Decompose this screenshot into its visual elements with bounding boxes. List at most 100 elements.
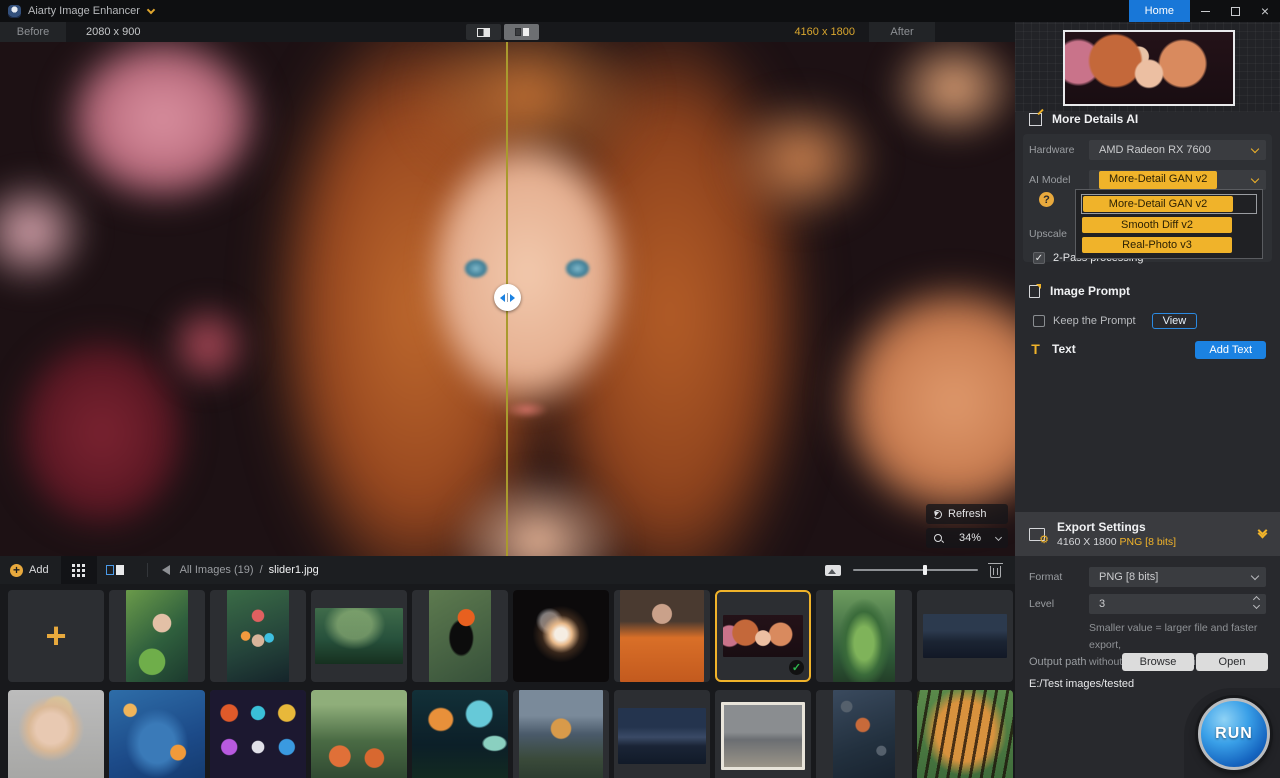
photo-lips (501, 399, 552, 420)
before-tab[interactable]: Before (0, 22, 66, 42)
export-summary: 4160 X 1800 PNG [8 bits] (1057, 536, 1176, 548)
add-image-tile[interactable]: + (8, 590, 104, 682)
thumbnail-vintage-photo[interactable] (715, 690, 811, 778)
add-text-button[interactable]: Add Text (1195, 341, 1266, 359)
thumbnail-crystal-flower[interactable] (513, 590, 609, 682)
thumbnail-anime-girl[interactable] (109, 590, 205, 682)
before-size: 2080 x 900 (86, 26, 140, 38)
export-gear-icon (1029, 528, 1045, 541)
model-option-more-detail-gan[interactable]: More-Detail GAN v2 (1081, 194, 1257, 214)
filmstrip-view-button[interactable] (97, 556, 133, 584)
thumbnail-monk[interactable] (614, 590, 710, 682)
thumbnail-image (412, 690, 508, 778)
thumbnail-image (833, 590, 894, 682)
upscale-label: Upscale (1029, 228, 1075, 240)
thumbnail-image (721, 702, 805, 770)
home-button[interactable]: Home (1129, 0, 1190, 22)
app-menu-chevron-icon[interactable] (147, 5, 155, 13)
hardware-select[interactable]: AMD Radeon RX 7600 (1089, 140, 1266, 160)
help-icon[interactable]: ? (1039, 192, 1054, 207)
grid-view-icon (72, 564, 75, 567)
thumbnail-mountains[interactable] (917, 590, 1013, 682)
keep-prompt-checkbox[interactable] (1033, 315, 1045, 327)
model-option-real-photo[interactable]: Real-Photo v3 (1081, 236, 1257, 254)
slider-right-arrow-icon (510, 294, 515, 302)
format-label: Format (1029, 571, 1075, 583)
thumbnail-blonde[interactable] (8, 690, 104, 778)
plus-icon: + (45, 618, 66, 654)
thumbnail-image (429, 590, 490, 682)
thumbnail-toucan[interactable] (412, 590, 508, 682)
app-logo-icon (8, 5, 21, 18)
thumbnail-jungle[interactable] (311, 590, 407, 682)
split-view-button[interactable] (466, 24, 501, 40)
thumbnail-wagon[interactable] (513, 690, 609, 778)
run-button[interactable]: RUN (1198, 698, 1270, 770)
output-path-row: Output path Browse Open (1029, 652, 1268, 672)
refresh-icon (933, 510, 942, 519)
export-settings-header[interactable]: Export Settings 4160 X 1800 PNG [8 bits] (1015, 512, 1280, 556)
thumbnail-size-slider[interactable] (853, 569, 978, 571)
navigator-thumbnail[interactable] (1063, 30, 1235, 106)
thumbnail-image (923, 614, 1007, 658)
thumbnail-image (315, 608, 403, 663)
thumbnail-portrait-selected[interactable]: ✓ (715, 590, 811, 682)
stepper-down-icon[interactable] (1253, 602, 1260, 609)
after-tab[interactable]: After (869, 22, 935, 42)
photo-red-rose (152, 289, 264, 402)
side-by-side-view-button[interactable] (504, 24, 539, 40)
thumbnail-tiger[interactable] (917, 690, 1013, 778)
ai-model-dropdown: More-Detail GAN v2 Smooth Diff v2 Real-P… (1075, 189, 1263, 259)
run-button-area: RUN (1184, 688, 1280, 778)
image-preview[interactable]: Refresh 34% (0, 42, 1015, 556)
browse-button[interactable]: Browse (1122, 653, 1194, 671)
text-tool-icon: T (1029, 342, 1042, 356)
format-select[interactable]: PNG [8 bits] (1089, 567, 1266, 587)
close-button[interactable]: × (1250, 0, 1280, 22)
chevron-down-icon (1251, 572, 1259, 580)
add-button[interactable]: + Add (0, 556, 61, 584)
open-button[interactable]: Open (1196, 653, 1268, 671)
settings-panel: More Details AI Hardware AMD Radeon RX 7… (1015, 22, 1280, 778)
back-arrow-icon[interactable] (162, 565, 170, 575)
thumbnail-image (227, 590, 288, 682)
text-section-title: Text (1052, 342, 1076, 356)
minimize-button[interactable] (1190, 0, 1220, 22)
zoom-control[interactable]: 34% (926, 528, 1008, 548)
grid-view-button[interactable] (61, 556, 97, 584)
view-prompt-button[interactable]: View (1152, 313, 1198, 329)
keep-prompt-label: Keep the Prompt (1053, 315, 1136, 327)
thumbnail-terrarium[interactable] (816, 590, 912, 682)
breadcrumb-all-images[interactable]: All Images (19) (180, 564, 254, 576)
hardware-value: AMD Radeon RX 7600 (1099, 144, 1211, 156)
thumbnail-jellyfish[interactable] (412, 690, 508, 778)
two-pass-checkbox[interactable]: ✓ (1033, 252, 1045, 264)
photo-pink-rose (61, 42, 264, 206)
ai-model-select[interactable]: More-Detail GAN v2 (1089, 170, 1266, 190)
level-stepper[interactable] (1254, 597, 1259, 608)
chevron-down-icon (1251, 145, 1259, 153)
photo-right-eye (564, 258, 590, 280)
photo-peach-flower (832, 278, 1015, 525)
compare-slider-handle[interactable] (494, 284, 521, 311)
thumbnail-flower-girl[interactable] (210, 590, 306, 682)
thumbnail-greenhouse[interactable] (311, 690, 407, 778)
thumbnail-image (513, 590, 609, 682)
side-by-side-icon (515, 28, 529, 36)
export-bits: [8 bits] (1145, 536, 1176, 548)
thumbnail-shields[interactable] (210, 690, 306, 778)
export-title: Export Settings (1057, 520, 1176, 534)
trash-icon[interactable] (990, 566, 1001, 578)
toolbar-divider (147, 563, 148, 577)
thumbnail-astronaut[interactable] (816, 690, 912, 778)
model-option-smooth-diff[interactable]: Smooth Diff v2 (1081, 216, 1257, 234)
level-input[interactable]: 3 (1089, 594, 1266, 614)
slider-thumb[interactable] (923, 565, 927, 575)
thumbnail-area: +✓ (0, 584, 1015, 778)
thumbnail-size-icon (825, 565, 841, 576)
collapse-double-chevron-icon[interactable] (1259, 531, 1266, 537)
maximize-button[interactable] (1220, 0, 1250, 22)
refresh-button[interactable]: Refresh (926, 504, 1008, 524)
thumbnail-blue-bottle[interactable] (109, 690, 205, 778)
thumbnail-night-peaks[interactable] (614, 690, 710, 778)
